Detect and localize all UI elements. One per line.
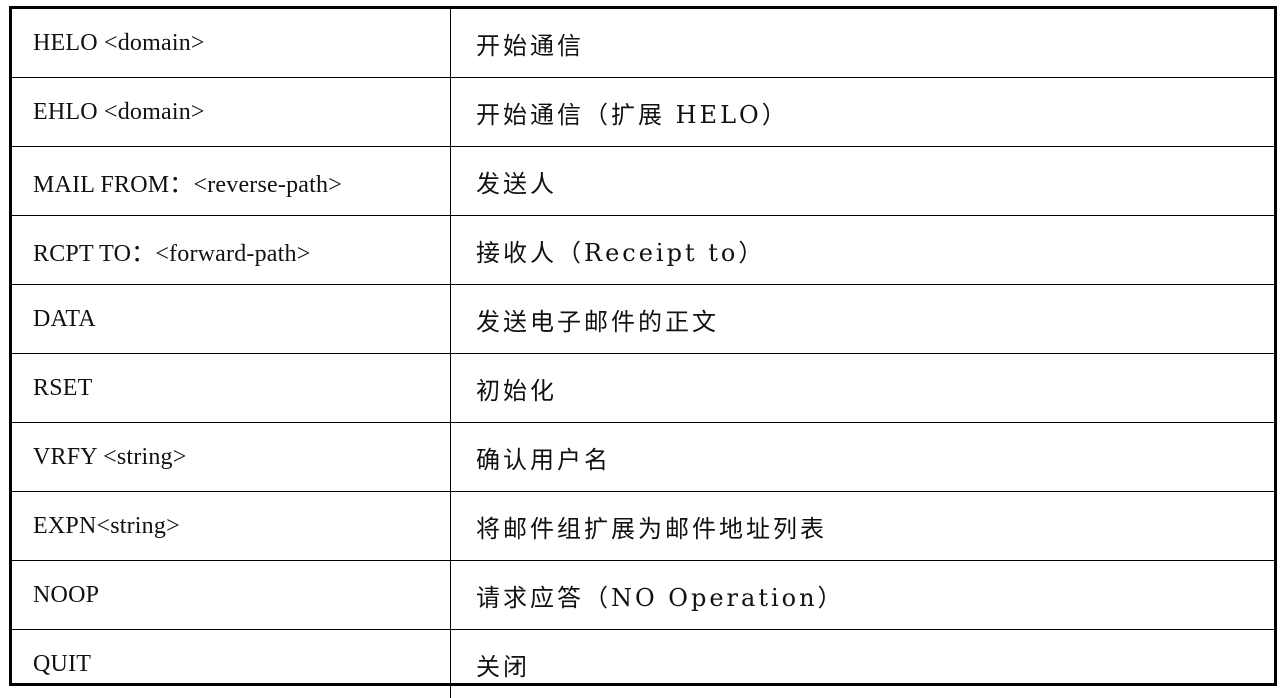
table-row: VRFY <string> 确认用户名 [12, 423, 1274, 492]
command-cell: RCPT TO：<forward-path> [12, 216, 451, 285]
description-cell: 确认用户名 [451, 423, 1275, 492]
table-row: RCPT TO：<forward-path> 接收人（Receipt to） [12, 216, 1274, 285]
description-cell: 接收人（Receipt to） [451, 216, 1275, 285]
command-table: HELO <domain> 开始通信 EHLO <domain> 开始通信（扩展… [12, 9, 1274, 698]
description-cell: 请求应答（NO Operation） [451, 561, 1275, 630]
table-row: RSET 初始化 [12, 354, 1274, 423]
description-cell: 发送电子邮件的正文 [451, 285, 1275, 354]
command-cell: EXPN<string> [12, 492, 451, 561]
table-row: NOOP 请求应答（NO Operation） [12, 561, 1274, 630]
table-row: HELO <domain> 开始通信 [12, 9, 1274, 78]
command-cell: DATA [12, 285, 451, 354]
command-cell: NOOP [12, 561, 451, 630]
command-cell: QUIT [12, 630, 451, 698]
description-cell: 关闭 [451, 630, 1275, 698]
description-cell: 初始化 [451, 354, 1275, 423]
command-cell: RSET [12, 354, 451, 423]
table-row: DATA 发送电子邮件的正文 [12, 285, 1274, 354]
table-row: EHLO <domain> 开始通信（扩展 HELO） [12, 78, 1274, 147]
command-cell: MAIL FROM：<reverse-path> [12, 147, 451, 216]
table-row: QUIT 关闭 [12, 630, 1274, 698]
description-cell: 开始通信（扩展 HELO） [451, 78, 1275, 147]
table-row: MAIL FROM：<reverse-path> 发送人 [12, 147, 1274, 216]
command-cell: HELO <domain> [12, 9, 451, 78]
table-row: EXPN<string> 将邮件组扩展为邮件地址列表 [12, 492, 1274, 561]
description-cell: 发送人 [451, 147, 1275, 216]
command-cell: EHLO <domain> [12, 78, 451, 147]
smtp-command-table: HELO <domain> 开始通信 EHLO <domain> 开始通信（扩展… [9, 6, 1277, 686]
description-cell: 开始通信 [451, 9, 1275, 78]
command-cell: VRFY <string> [12, 423, 451, 492]
description-cell: 将邮件组扩展为邮件地址列表 [451, 492, 1275, 561]
